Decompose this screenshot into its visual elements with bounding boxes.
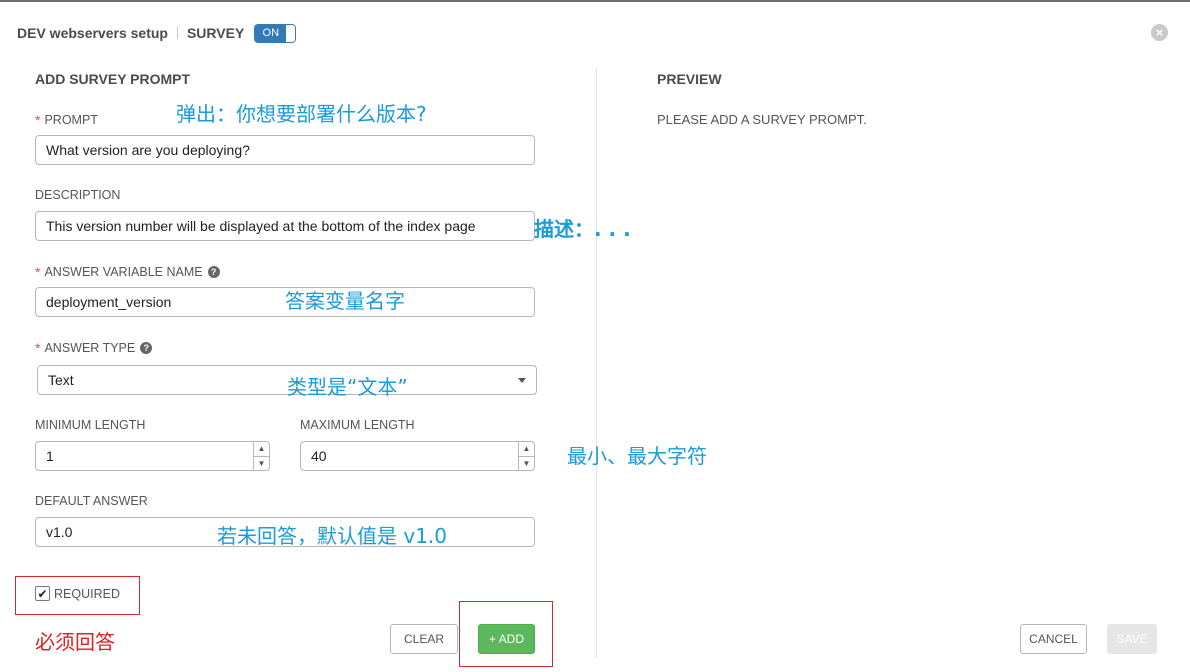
annotation-required: 必须回答: [35, 630, 115, 654]
description-input[interactable]: This version number will be displayed at…: [35, 211, 535, 241]
prompt-label: * PROMPT: [35, 112, 98, 128]
survey-toggle-on-label: ON: [255, 24, 287, 42]
description-label-text: DESCRIPTION: [35, 188, 121, 202]
max-length-spinner[interactable]: ▲ ▼: [518, 442, 534, 470]
annotation-type: 类型是“文本”: [287, 375, 408, 399]
job-template-title: DEV webservers setup: [17, 25, 168, 41]
caret-up-icon[interactable]: ▲: [519, 442, 534, 457]
clear-button[interactable]: CLEAR: [390, 624, 458, 654]
annotation-variable: 答案变量名字: [285, 289, 405, 313]
description-input-value: This version number will be displayed at…: [46, 218, 476, 234]
max-length-label: MAXIMUM LENGTH: [300, 418, 415, 432]
top-border: [0, 0, 1190, 2]
required-asterisk: *: [35, 112, 41, 128]
required-asterisk: *: [35, 340, 41, 356]
min-length-label-text: MINIMUM LENGTH: [35, 418, 146, 432]
min-length-label: MINIMUM LENGTH: [35, 418, 145, 432]
cancel-button[interactable]: CANCEL: [1020, 624, 1087, 654]
answer-type-label-text: ANSWER TYPE: [44, 341, 136, 355]
caret-up-icon[interactable]: ▲: [254, 442, 269, 457]
caret-down-icon[interactable]: ▼: [519, 457, 534, 471]
caret-down-icon[interactable]: ▼: [254, 457, 269, 471]
prompt-label-text: PROMPT: [44, 113, 98, 127]
max-length-input[interactable]: 40 ▲ ▼: [300, 441, 535, 471]
save-button[interactable]: SAVE: [1107, 624, 1157, 654]
question-circle-icon[interactable]: ?: [140, 342, 153, 354]
close-icon[interactable]: ×: [1151, 24, 1168, 41]
highlight-required-box: [15, 576, 140, 615]
answer-type-select-value: Text: [48, 372, 74, 388]
answer-type-label: * ANSWER TYPE ?: [35, 340, 153, 356]
add-survey-prompt-title: ADD SURVEY PROMPT: [35, 71, 191, 87]
annotation-description: 描述：. . .: [534, 217, 631, 241]
max-length-input-value: 40: [311, 448, 327, 464]
description-label: DESCRIPTION: [35, 188, 120, 202]
annotation-length: 最小、最大字符: [567, 444, 707, 468]
highlight-add-box: [459, 601, 553, 667]
chevron-down-icon: [518, 378, 526, 383]
min-length-spinner[interactable]: ▲ ▼: [253, 442, 269, 470]
max-length-label-text: MAXIMUM LENGTH: [300, 418, 415, 432]
prompt-input[interactable]: What version are you deploying?: [35, 135, 535, 165]
survey-toggle[interactable]: ON: [254, 23, 297, 43]
min-length-input[interactable]: 1 ▲ ▼: [35, 441, 270, 471]
preview-title: PREVIEW: [657, 71, 722, 87]
variable-name-label: * ANSWER VARIABLE NAME ?: [35, 264, 220, 280]
header-separator: [176, 27, 178, 39]
preview-empty-message: PLEASE ADD A SURVEY PROMPT.: [657, 112, 867, 127]
min-length-input-value: 1: [46, 448, 54, 464]
default-answer-label-text: DEFAULT ANSWER: [35, 494, 148, 508]
annotation-prompt: 弹出：你想要部署什么版本?: [176, 102, 427, 126]
annotation-default: 若未回答，默认值是 v1.0: [217, 524, 447, 548]
variable-name-label-text: ANSWER VARIABLE NAME: [44, 265, 203, 279]
survey-label: SURVEY: [186, 25, 245, 41]
variable-name-input-value: deployment_version: [46, 294, 172, 310]
panel-divider: [596, 68, 597, 658]
survey-toggle-off-area: [286, 24, 296, 42]
required-asterisk: *: [35, 264, 41, 280]
default-answer-input-value: v1.0: [46, 524, 73, 540]
prompt-input-value: What version are you deploying?: [46, 142, 250, 158]
header: DEV webservers setup SURVEY ON: [17, 23, 297, 43]
default-answer-label: DEFAULT ANSWER: [35, 494, 148, 508]
question-circle-icon[interactable]: ?: [207, 266, 220, 278]
